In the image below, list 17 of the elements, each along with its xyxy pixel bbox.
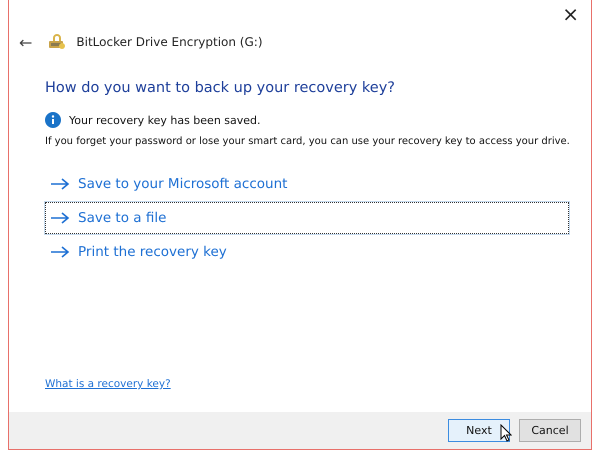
- arrow-icon: [50, 246, 70, 258]
- mouse-pointer-icon: [500, 424, 512, 442]
- back-button[interactable]: ←: [13, 32, 38, 52]
- dialog-button[interactable]: Cancel: [519, 419, 581, 442]
- arrow-icon: [50, 178, 70, 190]
- window-title: BitLocker Drive Encryption (G:): [76, 35, 262, 49]
- info-message: Your recovery key has been saved.: [69, 114, 261, 126]
- info-icon: [45, 112, 61, 128]
- arrow-icon: [50, 212, 70, 224]
- close-button[interactable]: ×: [550, 0, 591, 28]
- backup-option[interactable]: Print the recovery key: [45, 236, 569, 268]
- backup-option[interactable]: Save to a file: [45, 202, 569, 234]
- help-link[interactable]: What is a recovery key?: [45, 378, 171, 390]
- backup-option[interactable]: Save to your Microsoft account: [45, 168, 569, 200]
- drive-lock-icon: [48, 34, 66, 50]
- page-heading: How do you want to back up your recovery key?: [45, 80, 396, 96]
- description-text: If you forget your password or lose your smart card, you can use your recovery key to access your drive.: [45, 135, 570, 149]
